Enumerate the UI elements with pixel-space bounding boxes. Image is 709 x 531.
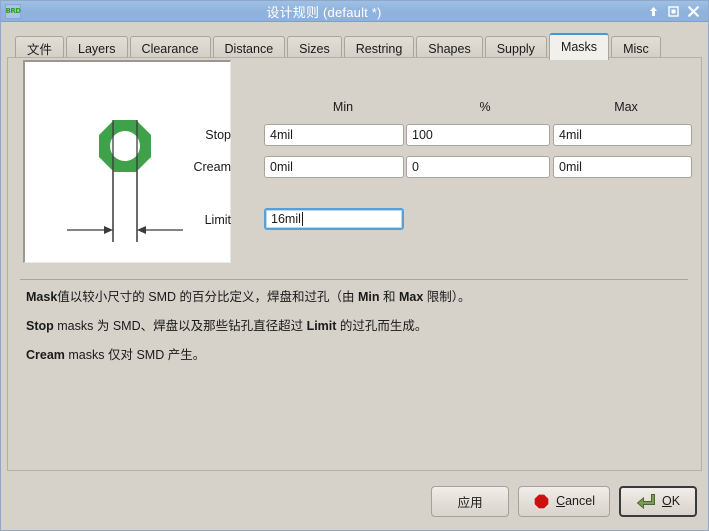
design-rules-dialog: BRD 设计规则 (default *) 文件 Layers Clearance… xyxy=(0,0,709,531)
close-icon[interactable] xyxy=(687,5,700,18)
tab-bar: 文件 Layers Clearance Distance Sizes Restr… xyxy=(1,22,708,60)
description-line-2: Stop masks 为 SMD、焊盘以及那些钻孔直径超过 Limit 的过孔而… xyxy=(26,319,428,333)
cream-min-input[interactable]: 0mil xyxy=(264,156,404,178)
column-header-max: Max xyxy=(614,100,638,114)
text-caret xyxy=(301,212,303,226)
limit-input-value: 16mil xyxy=(271,212,301,226)
cream-percent-input[interactable]: 0 xyxy=(406,156,550,178)
maximize-icon[interactable] xyxy=(667,5,680,18)
tab-label: Supply xyxy=(496,41,535,56)
stop-percent-input[interactable]: 100 xyxy=(406,124,550,146)
tab-label: Misc xyxy=(623,41,649,56)
tab-label: 文件 xyxy=(27,43,53,57)
stop-min-input[interactable]: 4mil xyxy=(264,124,404,146)
description-line-3: Cream masks 仅对 SMD 产生。 xyxy=(26,348,206,362)
shade-up-icon[interactable] xyxy=(647,5,660,18)
window-title: 设计规则 (default *) xyxy=(266,4,382,20)
tab-label: Restring xyxy=(355,41,403,56)
drill-hole xyxy=(110,131,140,161)
tab-label: Layers xyxy=(78,41,116,56)
row-label-limit: Limit xyxy=(204,213,231,227)
masks-description: Mask值以较小尺寸的 SMD 的百分比定义，焊盘和过孔（由 Min 和 Max… xyxy=(26,289,686,376)
cream-max-input[interactable]: 0mil xyxy=(553,156,692,178)
tab-masks[interactable]: Masks xyxy=(548,33,610,60)
stop-max-input[interactable]: 4mil xyxy=(553,124,692,146)
row-label-stop: Stop xyxy=(205,128,231,142)
stop-sign-icon xyxy=(533,492,550,510)
ok-button-label: OK xyxy=(661,494,681,508)
section-divider xyxy=(20,279,688,280)
tab-label: Masks xyxy=(560,39,598,54)
apply-button[interactable]: 应用 xyxy=(431,485,510,517)
window-controls xyxy=(647,5,700,18)
title-bar: BRD 设计规则 (default *) xyxy=(1,1,708,22)
tab-label: Sizes xyxy=(299,41,330,56)
enter-arrow-icon xyxy=(636,493,656,510)
cancel-button[interactable]: Cancel xyxy=(518,485,610,517)
apply-button-label: 应用 xyxy=(457,495,483,510)
tab-label: Distance xyxy=(224,41,274,56)
description-line-1: Mask值以较小尺寸的 SMD 的百分比定义，焊盘和过孔（由 Min 和 Max… xyxy=(26,290,471,304)
tab-label: Clearance xyxy=(141,41,199,56)
row-label-cream: Cream xyxy=(193,160,231,174)
ok-button[interactable]: OK xyxy=(619,485,697,517)
masks-tab-panel: Min % Max Stop 4mil 100 4mil Cream 0mil … xyxy=(7,57,702,471)
tab-label: Shapes xyxy=(428,41,471,56)
limit-input[interactable]: 16mil xyxy=(264,208,404,230)
dialog-button-bar: 应用 Cancel OK xyxy=(1,479,708,523)
cancel-button-label: Cancel xyxy=(556,494,595,508)
